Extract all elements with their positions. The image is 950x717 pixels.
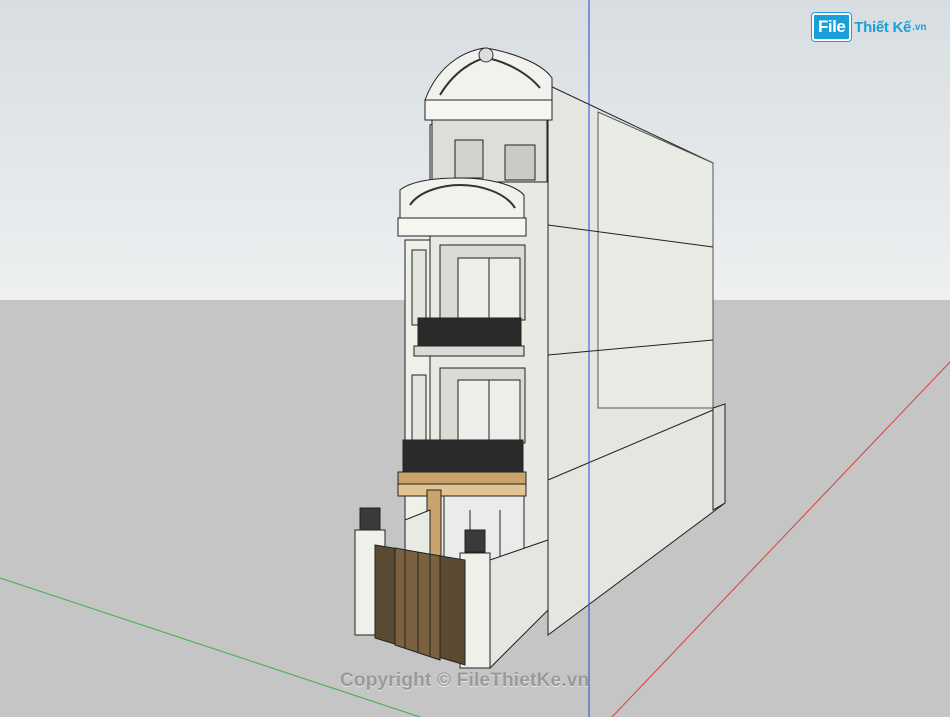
site-logo: File Thiết Kế .vn	[812, 13, 927, 41]
copyright-watermark: Copyright © FileThietKe.vn	[340, 670, 590, 691]
3d-scene[interactable]	[0, 0, 950, 717]
side-wall	[547, 84, 726, 636]
logo-domain-text: .vn	[912, 21, 927, 33]
logo-file-text: File	[812, 13, 852, 41]
logo-name-text: Thiết Kế	[854, 18, 912, 36]
modeling-viewport[interactable]: File Thiết Kế .vn Copyright © FileThietK…	[0, 0, 950, 717]
